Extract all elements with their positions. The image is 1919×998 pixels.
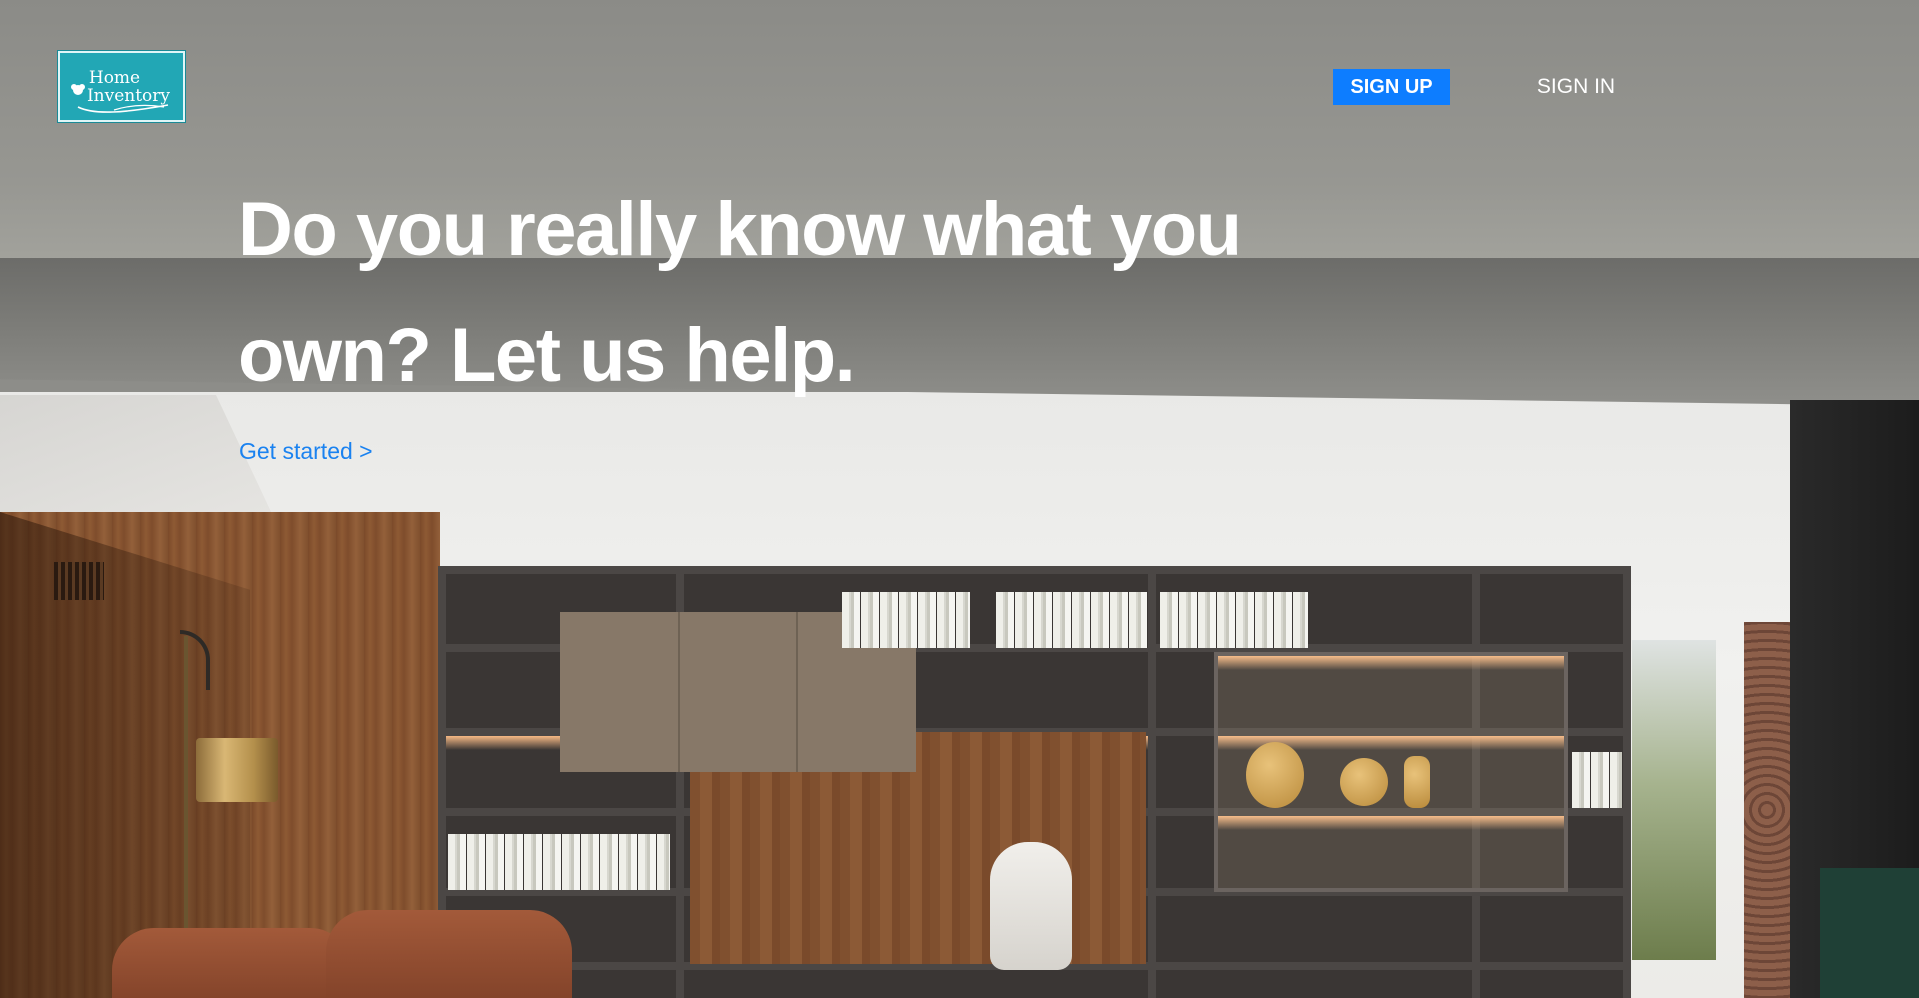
leather-armchair xyxy=(112,928,352,998)
books xyxy=(842,592,970,648)
books xyxy=(1572,752,1622,808)
bookcase-divider xyxy=(1148,566,1156,998)
sculpture xyxy=(990,842,1072,970)
green-panel xyxy=(1820,868,1919,998)
vase xyxy=(1246,742,1304,808)
flower-icon xyxy=(71,84,85,95)
bookcase-divider xyxy=(1623,566,1631,998)
bookcase-shelf xyxy=(438,566,1631,574)
books xyxy=(996,592,1148,648)
wall-vent xyxy=(54,562,104,600)
vase xyxy=(1404,756,1430,808)
garden-doorway xyxy=(1632,640,1716,960)
books xyxy=(448,834,670,890)
hero-headline: Do you really know what you own? Let us … xyxy=(238,167,1318,419)
leather-armchair xyxy=(326,910,572,998)
headline-line-2: own? Let us help. xyxy=(238,313,856,398)
floor-lamp-shade xyxy=(196,738,278,802)
books xyxy=(1160,592,1308,648)
hero-background-image xyxy=(0,0,1919,998)
sign-up-button[interactable]: SIGN UP xyxy=(1333,69,1450,105)
get-started-link[interactable]: Get started > xyxy=(239,438,373,465)
flower-swoosh-icon xyxy=(77,104,169,113)
headline-line-1: Do you really know what you xyxy=(238,187,1242,272)
sign-in-link[interactable]: SIGN IN xyxy=(1523,69,1629,105)
logo-text-home: Home xyxy=(88,67,141,88)
home-inventory-logo[interactable]: Home Inventory xyxy=(58,51,185,122)
decorative-screen xyxy=(1744,622,1790,998)
bowl xyxy=(1340,758,1388,806)
